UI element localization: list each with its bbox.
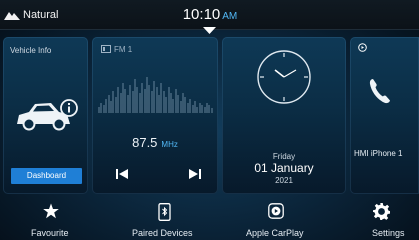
audio-visualizer xyxy=(98,65,213,113)
phone-icon xyxy=(369,79,390,104)
carplay-indicator-icon xyxy=(358,43,367,52)
dock-item-settings[interactable]: Settings xyxy=(350,197,419,240)
date-label: 01 January xyxy=(254,161,314,175)
dock-label-apple-carplay: Apple CarPlay xyxy=(246,228,304,238)
infotainment-home-screen: Natural 10:10 AM Vehicle Info Dashboard F… xyxy=(0,0,419,240)
clock-ampm: AM xyxy=(222,11,238,22)
carplay-icon xyxy=(268,203,284,219)
drive-mode-selector[interactable]: Natural xyxy=(4,8,58,22)
radio-frequency: 87.5 MHz xyxy=(92,134,218,152)
analog-clock-icon xyxy=(257,50,311,104)
phone-tile[interactable]: HMI iPhone 1 xyxy=(350,37,419,194)
car-info-icon xyxy=(17,99,78,131)
drive-mode-label: Natural xyxy=(23,9,59,21)
dock-label-settings: Settings xyxy=(372,228,405,238)
clock-time: 10:10 xyxy=(182,6,221,23)
pull-down-handle-icon[interactable] xyxy=(203,27,216,34)
bottom-dock: Favourite Paired Devices Apple CarPlay S… xyxy=(0,197,419,240)
year-label: 2021 xyxy=(275,176,293,185)
frequency-unit: MHz xyxy=(161,140,178,149)
dock-label-paired-devices: Paired Devices xyxy=(132,228,193,238)
star-icon xyxy=(43,203,59,219)
skip-next-icon[interactable] xyxy=(188,167,202,181)
status-clock: 10:10 AM xyxy=(150,6,270,24)
mountain-icon xyxy=(4,12,20,20)
gear-icon xyxy=(373,203,390,220)
frequency-value: 87.5 xyxy=(132,135,158,150)
radio-band-icon xyxy=(101,45,111,53)
phone-bluetooth-icon xyxy=(158,203,171,221)
vehicle-info-tile[interactable]: Vehicle Info Dashboard xyxy=(3,37,88,194)
day-label: Friday xyxy=(272,152,296,161)
clock-tile[interactable]: Friday 01 January 2021 xyxy=(222,37,346,194)
status-bar: Natural 10:10 AM xyxy=(0,0,419,30)
dashboard-button[interactable]: Dashboard xyxy=(11,168,82,184)
radio-band-label: FM 1 xyxy=(114,45,133,54)
vehicle-info-title: Vehicle Info xyxy=(10,46,52,55)
dock-item-paired-devices[interactable]: Paired Devices xyxy=(112,197,222,240)
skip-previous-icon[interactable] xyxy=(115,167,129,181)
phone-device-name: HMI iPhone 1 xyxy=(354,149,403,158)
radio-tile[interactable]: FM 1 87.5 MHz xyxy=(92,37,218,194)
visualizer-bar xyxy=(210,108,213,113)
dock-item-apple-carplay[interactable]: Apple CarPlay xyxy=(228,197,338,240)
dock-item-favourite[interactable]: Favourite xyxy=(0,197,100,240)
dock-label-favourite: Favourite xyxy=(31,228,69,238)
